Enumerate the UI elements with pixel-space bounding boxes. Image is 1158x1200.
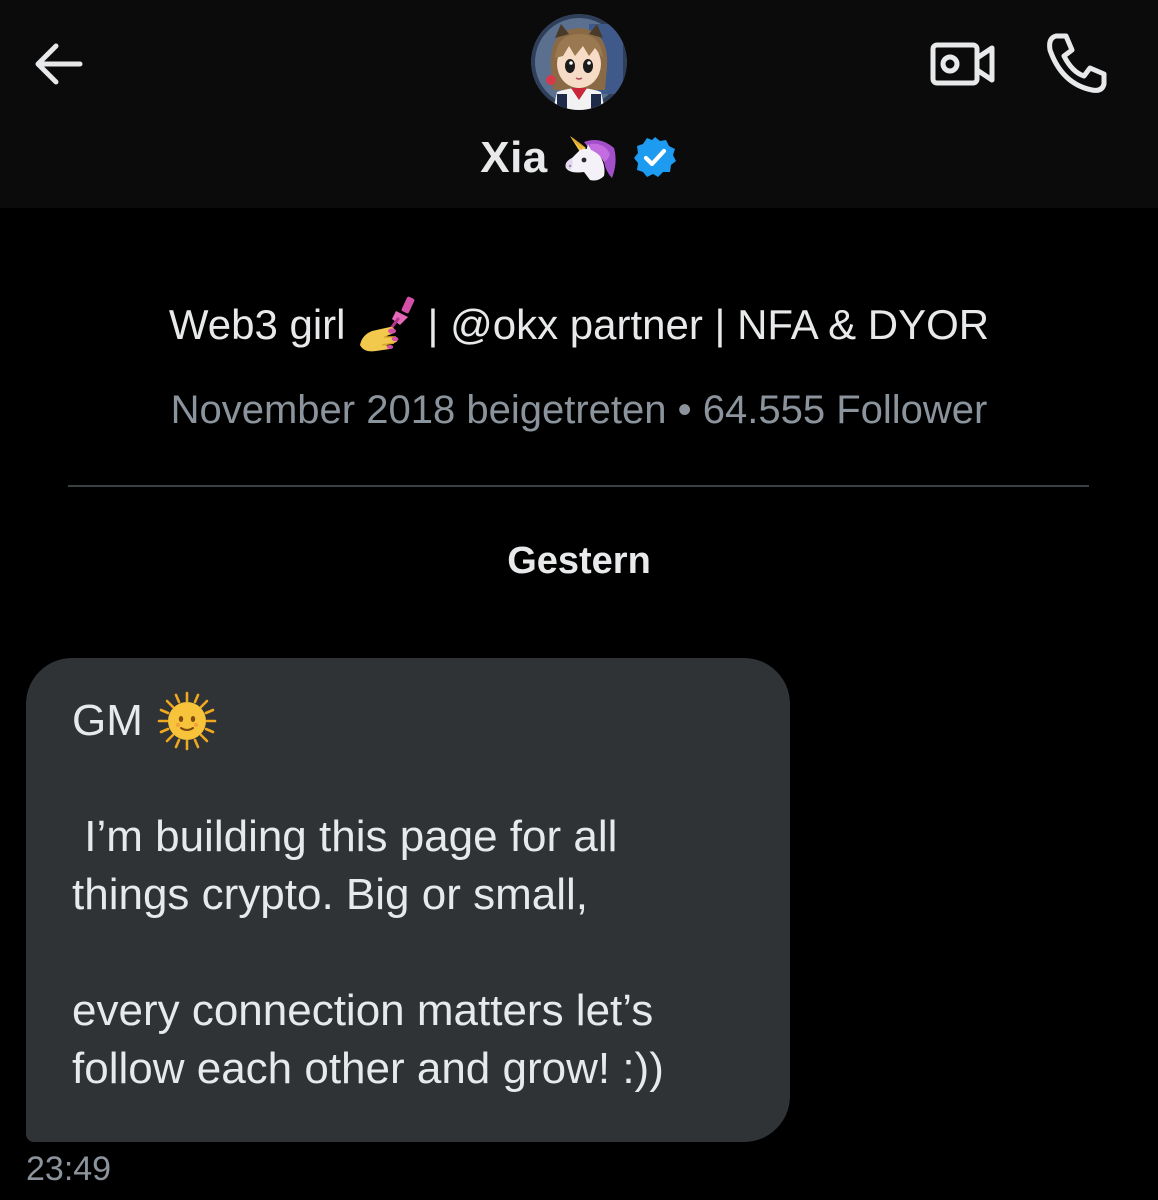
back-button[interactable] xyxy=(28,36,90,92)
message-line-2: things crypto. Big or small, xyxy=(72,870,588,919)
avatar-image xyxy=(531,14,627,110)
display-name: Xia xyxy=(480,133,548,182)
voice-call-button[interactable] xyxy=(1042,30,1110,96)
nail-polish-emoji xyxy=(359,296,414,352)
divider xyxy=(68,485,1089,487)
message-line-4: follow each other and grow! :)) xyxy=(72,1044,664,1093)
meta-separator: • xyxy=(677,388,692,432)
message-timestamp: 23:49 xyxy=(26,1150,112,1188)
joined-date: November 2018 beigetreten xyxy=(170,388,667,432)
message-line-1: I’m building this page for all xyxy=(72,812,618,861)
profile-meta: November 2018 beigetreten • 64.555 Follo… xyxy=(0,388,1158,438)
video-call-icon xyxy=(930,42,995,86)
message-greeting-line: GM xyxy=(72,691,750,751)
video-call-button[interactable] xyxy=(928,36,998,92)
profile-bio: Web3 girl | @okx partner | NFA & DYOR xyxy=(0,292,1158,358)
day-separator: Gestern xyxy=(507,540,651,582)
message-greeting: GM xyxy=(72,696,143,745)
back-arrow-icon xyxy=(35,43,83,85)
display-name-row: Xia xyxy=(0,126,1158,190)
unicorn-emoji xyxy=(565,136,616,181)
verified-badge-icon xyxy=(633,137,676,177)
phone-icon xyxy=(1047,33,1107,93)
message-line-3: every connection matters let’s xyxy=(72,986,654,1035)
sun-with-face-emoji xyxy=(157,691,217,751)
bio-text-prefix: Web3 girl xyxy=(168,301,346,348)
message-bubble[interactable]: GM I’m building this page for all things… xyxy=(26,658,790,1142)
follower-count[interactable]: 64.555 Follower xyxy=(703,388,988,432)
bio-text-suffix: | @okx partner | NFA & DYOR xyxy=(427,301,990,348)
conversation-header: Xia xyxy=(0,0,1158,208)
avatar[interactable] xyxy=(531,14,627,110)
